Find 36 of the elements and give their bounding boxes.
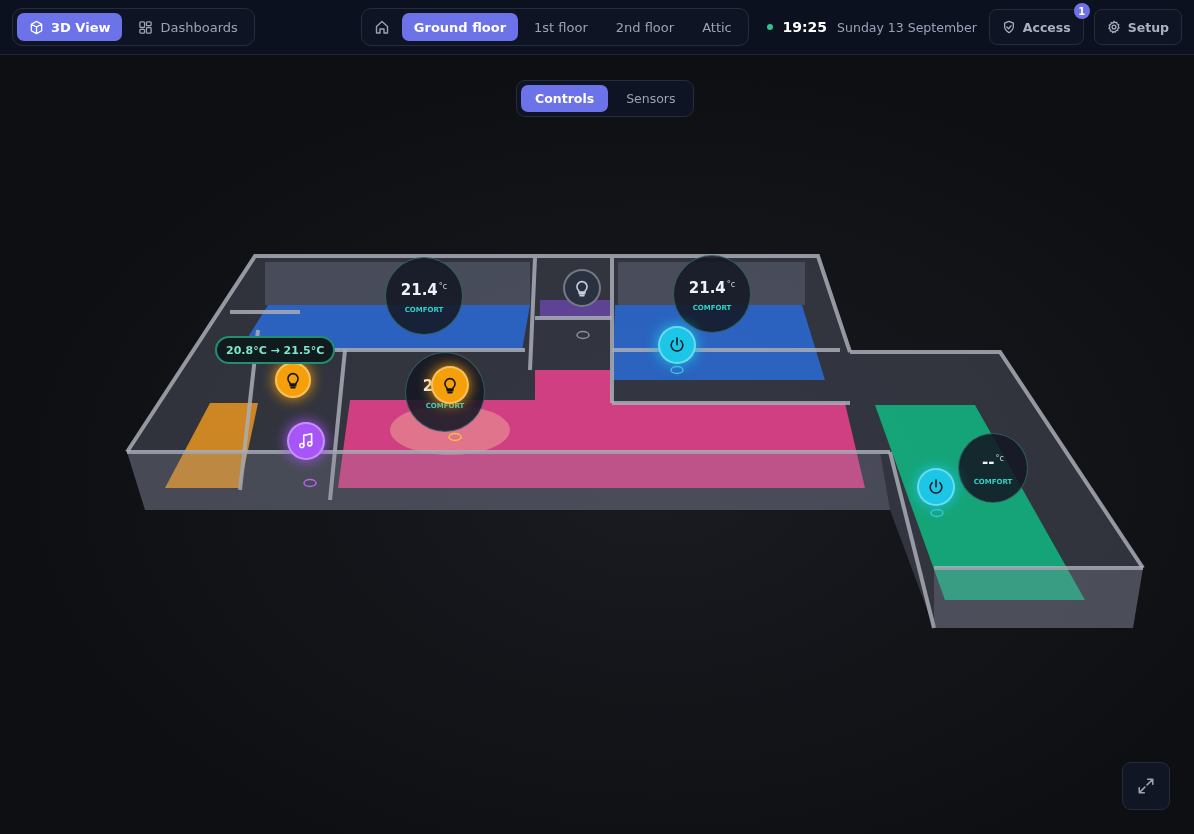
settings-icon bbox=[1106, 20, 1121, 34]
shield-icon bbox=[1001, 20, 1016, 34]
floor-tab[interactable]: 1st floor bbox=[522, 13, 600, 41]
temperature-reading: -- bbox=[982, 454, 995, 470]
temperature-tooltip: 20.8°C → 21.5°C bbox=[215, 336, 336, 364]
setup-button[interactable]: Setup bbox=[1093, 9, 1182, 45]
power-icon bbox=[927, 478, 945, 496]
unit-label: °c bbox=[438, 282, 448, 291]
clock-time: 19:25 bbox=[782, 19, 828, 35]
view-tab[interactable]: 3D View bbox=[17, 13, 123, 41]
floor-tab[interactable]: Attic bbox=[690, 13, 744, 41]
lightbulb-icon bbox=[441, 376, 459, 394]
temperature-reading: 21.4 bbox=[400, 282, 438, 298]
lightbulb-icon bbox=[284, 371, 302, 389]
expand-icon bbox=[1137, 777, 1155, 795]
date-text: Sunday 13 September bbox=[837, 19, 977, 35]
home-icon bbox=[373, 19, 390, 35]
floor-tab[interactable]: 2nd floor bbox=[603, 13, 687, 41]
dashboard-icon bbox=[138, 19, 154, 35]
floor-tab[interactable]: Ground floor bbox=[401, 13, 519, 41]
power-icon bbox=[668, 336, 686, 354]
temperature-reading: 21.4 bbox=[688, 280, 726, 296]
mode-tab[interactable]: Sensors bbox=[612, 85, 690, 112]
light-control[interactable] bbox=[563, 269, 601, 307]
unit-label: °c bbox=[726, 280, 736, 289]
music-control[interactable] bbox=[287, 422, 325, 460]
cube-icon bbox=[29, 19, 44, 35]
light-control[interactable] bbox=[275, 362, 311, 398]
mode-tab[interactable]: Controls bbox=[521, 85, 609, 112]
music-note-icon bbox=[297, 432, 315, 450]
fullscreen-button[interactable] bbox=[1122, 762, 1170, 810]
notification-badge: 1 bbox=[1073, 3, 1090, 19]
view-tab[interactable]: Dashboards bbox=[126, 13, 250, 41]
lightbulb-icon bbox=[573, 279, 591, 297]
status-dot bbox=[766, 24, 773, 30]
unit-label: °c bbox=[995, 454, 1004, 463]
